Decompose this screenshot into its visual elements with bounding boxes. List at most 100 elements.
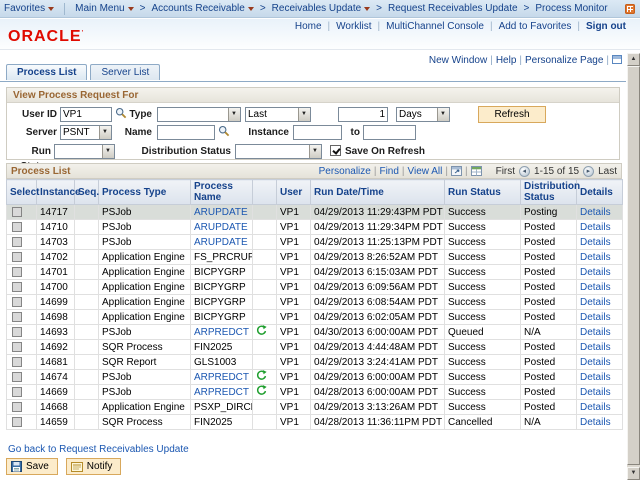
row-select-checkbox[interactable] bbox=[12, 267, 22, 277]
row-select-checkbox[interactable] bbox=[12, 372, 22, 382]
col-select[interactable]: Select bbox=[7, 180, 37, 205]
scroll-down-icon[interactable]: ▼ bbox=[627, 467, 640, 480]
details-link[interactable]: Details bbox=[580, 357, 611, 368]
tab-server-list[interactable]: Server List bbox=[90, 64, 160, 80]
previous-page-icon[interactable] bbox=[519, 166, 530, 177]
save-on-refresh-checkbox[interactable] bbox=[330, 145, 341, 156]
pager-first-label[interactable]: First bbox=[496, 166, 515, 177]
col-details[interactable]: Details bbox=[577, 180, 623, 205]
instance-from-input[interactable] bbox=[293, 125, 342, 140]
process-name-cell[interactable]: ARPREDCT bbox=[194, 372, 249, 383]
new-window-link[interactable]: New Window bbox=[429, 55, 487, 66]
process-name-cell[interactable]: ARUPDATE bbox=[194, 222, 248, 233]
details-link[interactable]: Details bbox=[580, 327, 611, 338]
row-select-checkbox[interactable] bbox=[12, 237, 22, 247]
worklist-link[interactable]: Worklist bbox=[336, 21, 371, 32]
nav-main-menu[interactable]: Main Menu bbox=[71, 3, 137, 14]
last-select[interactable]: Last bbox=[245, 107, 311, 122]
add-to-favorites-link[interactable]: Add to Favorites bbox=[499, 21, 572, 32]
col-instance[interactable]: Instance bbox=[37, 180, 75, 205]
scrollbar-thumb[interactable] bbox=[627, 66, 640, 465]
dropdown-arrow-icon bbox=[228, 108, 240, 121]
distribution-status-select[interactable] bbox=[235, 144, 322, 159]
refresh-button[interactable]: Refresh bbox=[478, 106, 546, 123]
row-select-checkbox[interactable] bbox=[12, 357, 22, 367]
pagebar-separator: | bbox=[519, 55, 522, 66]
table-header-row: Select Instance Seq. Process Type Proces… bbox=[7, 180, 623, 205]
process-name-cell[interactable]: ARUPDATE bbox=[194, 237, 248, 248]
row-select-checkbox[interactable] bbox=[12, 327, 22, 337]
http-window-icon[interactable] bbox=[612, 55, 622, 64]
nav-favorites[interactable]: Favorites bbox=[0, 3, 58, 14]
row-select-checkbox[interactable] bbox=[12, 282, 22, 292]
col-process-name[interactable]: Process Name bbox=[191, 180, 253, 205]
tab-process-list[interactable]: Process List bbox=[6, 64, 87, 80]
row-select-checkbox[interactable] bbox=[12, 252, 22, 262]
details-link[interactable]: Details bbox=[580, 237, 611, 248]
go-back-link[interactable]: Go back to Request Receivables Update bbox=[8, 444, 189, 455]
days-select[interactable]: Days bbox=[396, 107, 450, 122]
row-select-checkbox[interactable] bbox=[12, 312, 22, 322]
process-name-cell[interactable]: ARPREDCT bbox=[194, 327, 249, 338]
details-link[interactable]: Details bbox=[580, 252, 611, 263]
home-link[interactable]: Home bbox=[295, 21, 322, 32]
details-link[interactable]: Details bbox=[580, 207, 611, 218]
row-select-checkbox[interactable] bbox=[12, 222, 22, 232]
server-select[interactable]: PSNT bbox=[60, 125, 112, 140]
vertical-scrollbar[interactable]: ▲ ▼ bbox=[627, 53, 640, 480]
notify-button[interactable]: Notify bbox=[66, 458, 122, 475]
row-select-checkbox[interactable] bbox=[12, 387, 22, 397]
nav-request-receivables-update[interactable]: Request Receivables Update bbox=[384, 3, 522, 14]
user-cell: VP1 bbox=[280, 342, 299, 353]
details-link[interactable]: Details bbox=[580, 267, 611, 278]
type-select[interactable] bbox=[157, 107, 241, 122]
help-link[interactable]: Help bbox=[496, 55, 517, 66]
details-link[interactable]: Details bbox=[580, 297, 611, 308]
details-link[interactable]: Details bbox=[580, 372, 611, 383]
nav-process-monitor[interactable]: Process Monitor bbox=[531, 3, 611, 14]
col-distribution-status[interactable]: Distribution Status bbox=[521, 180, 577, 205]
next-page-icon[interactable] bbox=[583, 166, 594, 177]
details-link[interactable]: Details bbox=[580, 342, 611, 353]
col-user[interactable]: User bbox=[277, 180, 311, 205]
process-name-cell[interactable]: ARUPDATE bbox=[194, 207, 248, 218]
instance-to-input[interactable] bbox=[363, 125, 416, 140]
sign-out-link[interactable]: Sign out bbox=[586, 21, 626, 32]
details-link[interactable]: Details bbox=[580, 387, 611, 398]
to-label: to bbox=[344, 125, 360, 140]
details-link[interactable]: Details bbox=[580, 312, 611, 323]
col-process-type[interactable]: Process Type bbox=[99, 180, 191, 205]
save-button[interactable]: Save bbox=[6, 458, 58, 475]
col-seq[interactable]: Seq. bbox=[75, 180, 99, 205]
nav-grid-icon[interactable] bbox=[625, 4, 635, 14]
details-link[interactable]: Details bbox=[580, 282, 611, 293]
personalize-page-link[interactable]: Personalize Page bbox=[525, 55, 603, 66]
popup-window-icon[interactable] bbox=[451, 166, 462, 176]
row-select-checkbox[interactable] bbox=[12, 297, 22, 307]
details-link[interactable]: Details bbox=[580, 222, 611, 233]
scroll-up-icon[interactable]: ▲ bbox=[627, 53, 640, 66]
name-input[interactable] bbox=[157, 125, 215, 140]
user-id-input[interactable] bbox=[60, 107, 112, 122]
details-link[interactable]: Details bbox=[580, 417, 611, 428]
col-run-status[interactable]: Run Status bbox=[445, 180, 521, 205]
pager-last-label[interactable]: Last bbox=[598, 166, 617, 177]
run-status-select[interactable] bbox=[54, 144, 115, 159]
personalize-link[interactable]: Personalize bbox=[319, 166, 371, 177]
view-all-link[interactable]: View All bbox=[408, 166, 443, 177]
nav-accounts-receivable[interactable]: Accounts Receivable bbox=[147, 3, 257, 14]
download-grid-icon[interactable] bbox=[471, 166, 482, 176]
row-select-checkbox[interactable] bbox=[12, 207, 22, 217]
process-name-cell[interactable]: ARPREDCT bbox=[194, 387, 249, 398]
nav-receivables-update[interactable]: Receivables Update bbox=[268, 3, 375, 14]
process-table: Select Instance Seq. Process Type Proces… bbox=[6, 179, 623, 430]
col-run-datetime[interactable]: Run Date/Time bbox=[311, 180, 445, 205]
recurrence-icon bbox=[256, 385, 267, 396]
time-count-input[interactable] bbox=[338, 107, 388, 122]
details-link[interactable]: Details bbox=[580, 402, 611, 413]
row-select-checkbox[interactable] bbox=[12, 402, 22, 412]
row-select-checkbox[interactable] bbox=[12, 342, 22, 352]
find-link[interactable]: Find bbox=[379, 166, 398, 177]
row-select-checkbox[interactable] bbox=[12, 417, 22, 427]
multichannel-console-link[interactable]: MultiChannel Console bbox=[386, 21, 484, 32]
